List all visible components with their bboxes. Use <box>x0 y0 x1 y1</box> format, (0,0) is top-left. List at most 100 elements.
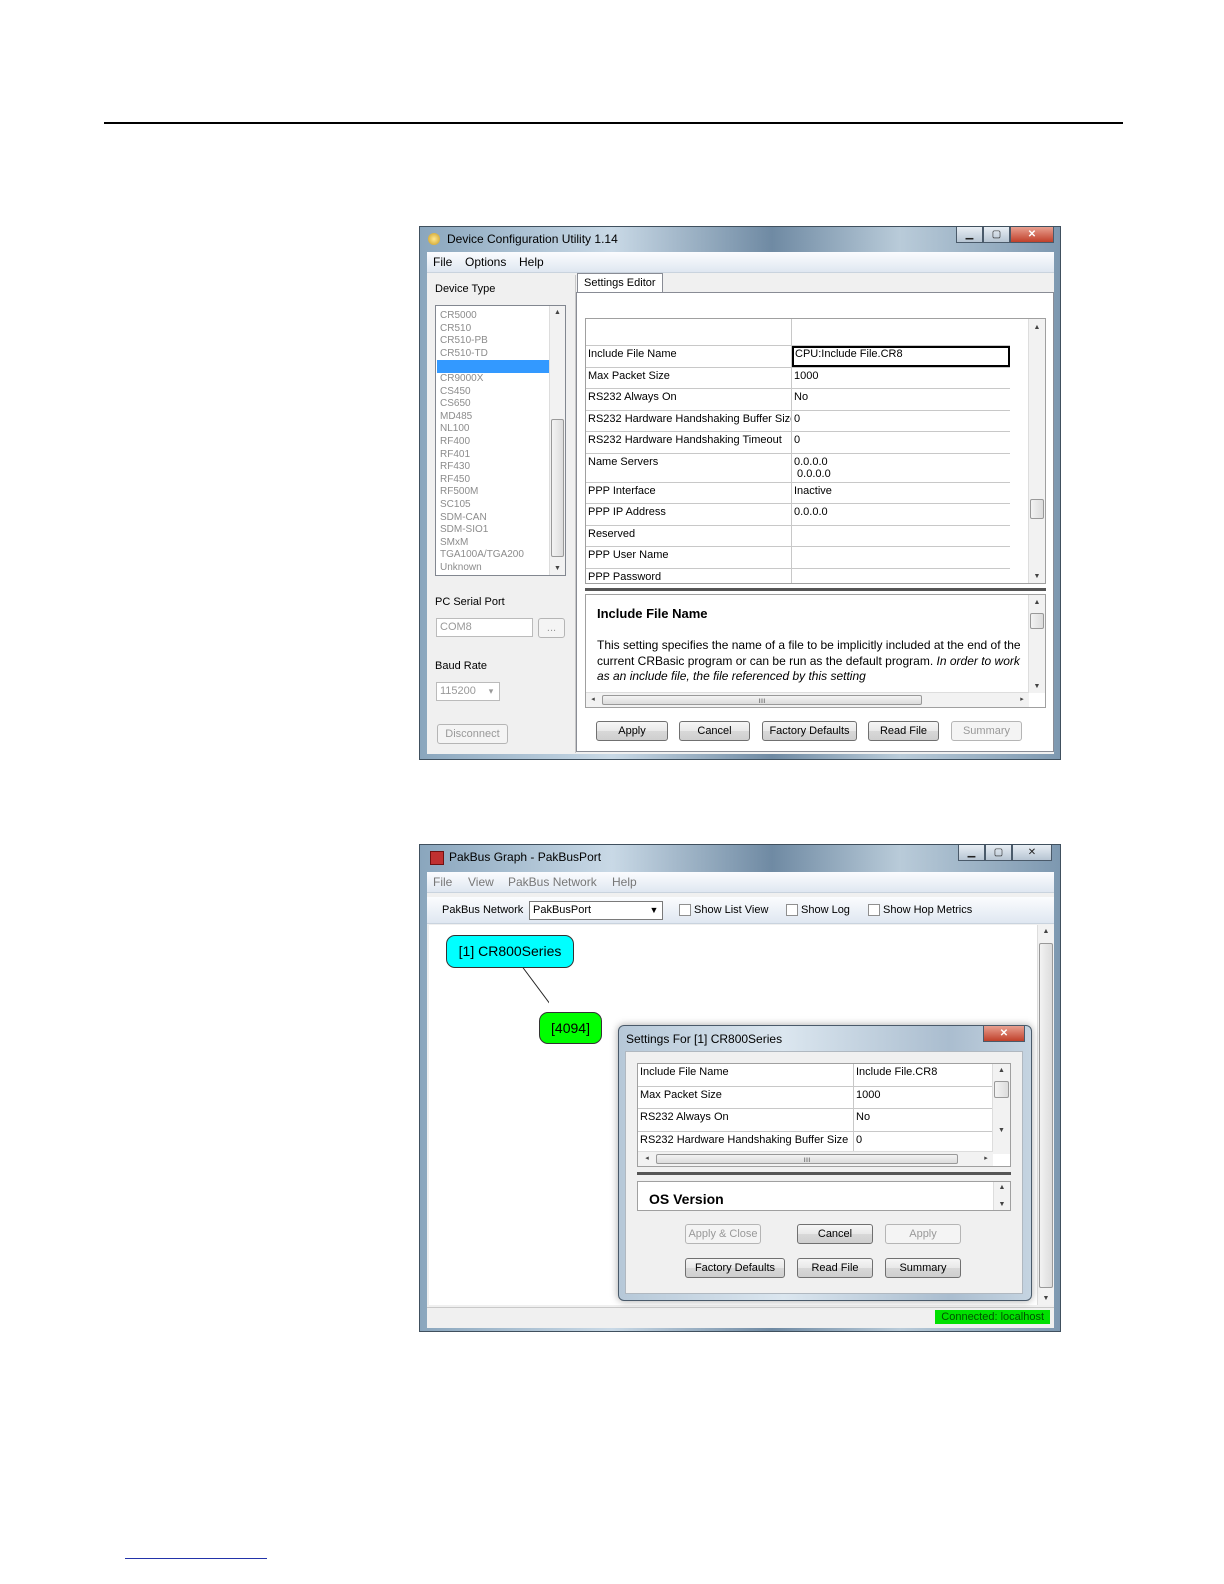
scroll-thumb[interactable] <box>551 419 564 557</box>
minimize-icon[interactable]: ▁ <box>958 845 985 861</box>
scroll-down-icon[interactable]: ▼ <box>1029 573 1045 580</box>
table-row[interactable]: PPP IP Address 0.0.0.0 <box>586 504 1010 526</box>
help-scrollbar[interactable]: ▲ ▼ <box>1028 595 1045 693</box>
baud-rate-select[interactable]: 115200 ▾ <box>436 682 500 701</box>
table-row[interactable]: RS232 Hardware Handshaking Buffer Size 0 <box>586 410 1010 432</box>
minimize-icon[interactable]: ▁ <box>956 227 983 243</box>
scroll-right-icon[interactable]: ▸ <box>981 1154 991 1162</box>
scroll-down-icon[interactable]: ▼ <box>1038 1295 1054 1302</box>
dialog-summary-button[interactable]: Summary <box>885 1258 961 1278</box>
scroll-right-icon[interactable]: ▸ <box>1017 695 1027 703</box>
show-log-checkbox[interactable] <box>786 904 798 916</box>
dialog-read-file-button[interactable]: Read File <box>797 1258 873 1278</box>
device-list-scrollbar[interactable]: ▲ ▼ <box>549 306 565 575</box>
list-item[interactable]: RF500M <box>437 486 549 499</box>
table-row[interactable]: Include File Name Include File.CR8 <box>638 1064 994 1087</box>
scroll-up-icon[interactable]: ▲ <box>1038 928 1054 935</box>
list-item[interactable]: SMxM <box>437 537 549 550</box>
close-icon[interactable]: ✕ <box>1012 845 1052 861</box>
list-item[interactable]: CR9000X <box>437 373 549 386</box>
scroll-left-icon[interactable]: ◂ <box>642 1154 652 1162</box>
list-item-selected[interactable] <box>437 360 549 373</box>
splitter[interactable] <box>637 1172 1011 1175</box>
list-item[interactable]: CR510 <box>437 323 549 336</box>
settings-grid-scrollbar[interactable]: ▲ ▼ <box>1028 319 1045 583</box>
browse-button[interactable]: ... <box>538 618 565 638</box>
table-row[interactable]: PPP Interface Inactive <box>586 482 1010 504</box>
read-file-button[interactable]: Read File <box>868 721 939 741</box>
scroll-left-icon[interactable]: ◂ <box>588 695 598 703</box>
graph-scrollbar[interactable]: ▲ ▼ <box>1037 925 1054 1305</box>
scroll-up-icon[interactable]: ▲ <box>1029 599 1045 606</box>
factory-defaults-button[interactable]: Factory Defaults <box>762 721 857 741</box>
list-item[interactable]: NL100 <box>437 423 549 436</box>
disconnect-button[interactable]: Disconnect <box>437 724 508 744</box>
show-list-view-checkbox[interactable] <box>679 904 691 916</box>
com-port-field[interactable]: COM8 <box>436 618 533 637</box>
list-item[interactable]: CR510-PB <box>437 335 549 348</box>
list-item[interactable]: RF450 <box>437 474 549 487</box>
scroll-up-icon[interactable]: ▲ <box>550 309 565 316</box>
scroll-up-icon[interactable]: ▲ <box>994 1184 1010 1191</box>
list-item[interactable]: TGA100A/TGA200 <box>437 549 549 562</box>
cancel-button[interactable]: Cancel <box>679 721 750 741</box>
table-row[interactable]: PPP Password <box>586 568 1010 583</box>
dialog-cancel-button[interactable]: Cancel <box>797 1224 873 1244</box>
scroll-thumb[interactable] <box>1039 943 1053 1288</box>
dialog-grid-hscrollbar[interactable]: ◂ ııı ▸ <box>638 1151 993 1166</box>
node-4094[interactable]: [4094] <box>539 1012 602 1044</box>
close-icon[interactable]: ✕ <box>983 1026 1025 1042</box>
scroll-thumb[interactable] <box>1030 499 1044 519</box>
maximize-icon[interactable]: ▢ <box>985 845 1012 861</box>
table-row[interactable]: Name Servers 0.0.0.0 0.0.0.0 <box>586 453 1010 483</box>
table-row[interactable]: Max Packet Size 1000 <box>586 367 1010 389</box>
table-row[interactable]: PPP User Name <box>586 547 1010 569</box>
dialog-grid-scrollbar[interactable]: ▲ ▼ <box>992 1064 1010 1154</box>
node-cr800series[interactable]: [1] CR800Series <box>446 935 574 968</box>
list-item[interactable]: Unknown <box>437 562 549 575</box>
close-icon[interactable]: ✕ <box>1010 227 1054 243</box>
table-row[interactable]: Max Packet Size 1000 <box>638 1086 994 1109</box>
device-type-list[interactable]: CR5000 CR510 CR510-PB CR510-TD CR9000X CS450 C… <box>435 305 566 576</box>
scroll-up-icon[interactable]: ▲ <box>1029 324 1045 331</box>
list-item[interactable]: RF430 <box>437 461 549 474</box>
menu-help[interactable]: Help <box>519 255 544 269</box>
scroll-down-icon[interactable]: ▼ <box>1029 683 1045 690</box>
menu-file[interactable]: File <box>433 255 452 269</box>
list-item[interactable]: MD485 <box>437 411 549 424</box>
scroll-down-icon[interactable]: ▼ <box>993 1127 1010 1134</box>
scroll-thumb[interactable] <box>1030 613 1044 629</box>
table-row[interactable]: RS232 Hardware Handshaking Timeout 0 <box>586 432 1010 454</box>
show-hop-metrics-checkbox[interactable] <box>868 904 880 916</box>
summary-button[interactable]: Summary <box>951 721 1022 741</box>
table-row[interactable]: Include File Name CPU:Include File.CR8 <box>586 346 1010 368</box>
scroll-thumb[interactable]: ııı <box>602 695 922 705</box>
list-item[interactable]: SDM-CAN <box>437 512 549 525</box>
menu-pakbus-network[interactable]: PakBus Network <box>508 875 597 889</box>
list-item[interactable]: CS450 <box>437 386 549 399</box>
scroll-thumb[interactable] <box>994 1081 1009 1098</box>
tab-settings-editor[interactable]: Settings Editor <box>577 273 663 292</box>
list-item[interactable]: RF400 <box>437 436 549 449</box>
scroll-up-icon[interactable]: ▲ <box>993 1067 1010 1074</box>
list-item[interactable]: CR5000 <box>437 310 549 323</box>
list-item[interactable]: SDM-SIO1 <box>437 524 549 537</box>
menu-options[interactable]: Options <box>465 255 506 269</box>
dialog-help-scrollbar[interactable]: ▲ ▼ <box>993 1182 1010 1210</box>
help-hscrollbar[interactable]: ◂ ııı ▸ <box>586 692 1029 707</box>
scroll-down-icon[interactable]: ▼ <box>994 1201 1010 1208</box>
scroll-down-icon[interactable]: ▼ <box>550 565 565 572</box>
dialog-factory-defaults-button[interactable]: Factory Defaults <box>685 1258 785 1278</box>
setting-value-input[interactable]: CPU:Include File.CR8 <box>792 346 1010 367</box>
apply-close-button[interactable]: Apply & Close <box>685 1224 761 1244</box>
maximize-icon[interactable]: ▢ <box>983 227 1010 243</box>
menu-help[interactable]: Help <box>612 875 637 889</box>
splitter[interactable] <box>585 588 1046 591</box>
list-item[interactable]: SC105 <box>437 499 549 512</box>
dialog-apply-button[interactable]: Apply <box>885 1224 961 1244</box>
menu-view[interactable]: View <box>468 875 494 889</box>
list-item[interactable]: CS650 <box>437 398 549 411</box>
menu-file[interactable]: File <box>433 875 452 889</box>
list-item[interactable]: CR510-TD <box>437 348 549 361</box>
table-row[interactable]: Reserved <box>586 525 1010 547</box>
